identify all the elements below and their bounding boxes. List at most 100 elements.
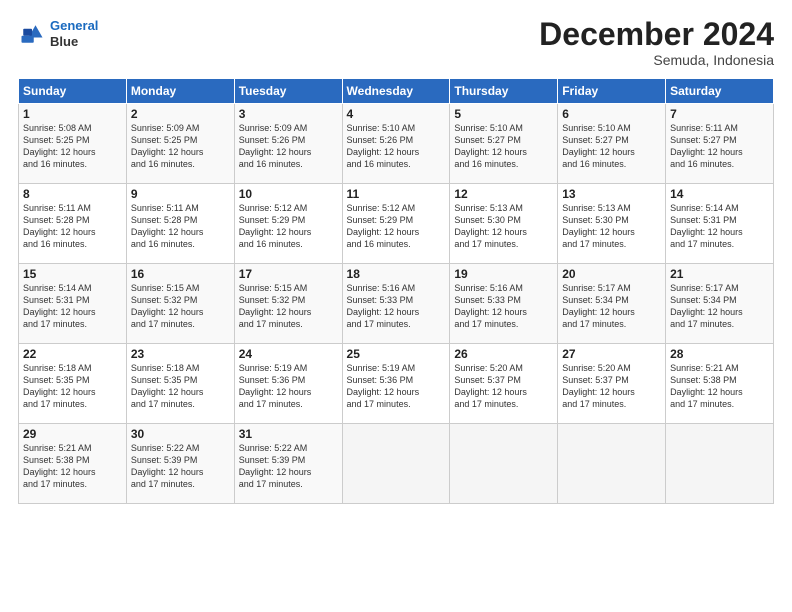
calendar-cell-18: 18Sunrise: 5:16 AM Sunset: 5:33 PM Dayli… xyxy=(342,264,450,344)
calendar-cell-3: 3Sunrise: 5:09 AM Sunset: 5:26 PM Daylig… xyxy=(234,104,342,184)
weekday-header-saturday: Saturday xyxy=(666,79,774,104)
day-number: 26 xyxy=(454,347,553,361)
weekday-header-monday: Monday xyxy=(126,79,234,104)
calendar-cell-24: 24Sunrise: 5:19 AM Sunset: 5:36 PM Dayli… xyxy=(234,344,342,424)
calendar-cell-9: 9Sunrise: 5:11 AM Sunset: 5:28 PM Daylig… xyxy=(126,184,234,264)
calendar-cell-20: 20Sunrise: 5:17 AM Sunset: 5:34 PM Dayli… xyxy=(558,264,666,344)
calendar-cell-15: 15Sunrise: 5:14 AM Sunset: 5:31 PM Dayli… xyxy=(19,264,127,344)
day-info: Sunrise: 5:10 AM Sunset: 5:26 PM Dayligh… xyxy=(347,122,446,171)
calendar-cell-8: 8Sunrise: 5:11 AM Sunset: 5:28 PM Daylig… xyxy=(19,184,127,264)
day-info: Sunrise: 5:12 AM Sunset: 5:29 PM Dayligh… xyxy=(239,202,338,251)
day-info: Sunrise: 5:19 AM Sunset: 5:36 PM Dayligh… xyxy=(239,362,338,411)
day-info: Sunrise: 5:21 AM Sunset: 5:38 PM Dayligh… xyxy=(23,442,122,491)
day-info: Sunrise: 5:19 AM Sunset: 5:36 PM Dayligh… xyxy=(347,362,446,411)
calendar-cell-6: 6Sunrise: 5:10 AM Sunset: 5:27 PM Daylig… xyxy=(558,104,666,184)
day-number: 25 xyxy=(347,347,446,361)
week-row-3: 15Sunrise: 5:14 AM Sunset: 5:31 PM Dayli… xyxy=(19,264,774,344)
logo-icon xyxy=(18,20,46,48)
day-number: 10 xyxy=(239,187,338,201)
calendar-cell-25: 25Sunrise: 5:19 AM Sunset: 5:36 PM Dayli… xyxy=(342,344,450,424)
day-info: Sunrise: 5:09 AM Sunset: 5:26 PM Dayligh… xyxy=(239,122,338,171)
day-number: 4 xyxy=(347,107,446,121)
day-number: 7 xyxy=(670,107,769,121)
logo: General Blue xyxy=(18,18,98,49)
logo-text: General Blue xyxy=(50,18,98,49)
day-number: 29 xyxy=(23,427,122,441)
week-row-5: 29Sunrise: 5:21 AM Sunset: 5:38 PM Dayli… xyxy=(19,424,774,504)
day-number: 8 xyxy=(23,187,122,201)
calendar: SundayMondayTuesdayWednesdayThursdayFrid… xyxy=(18,78,774,504)
calendar-cell-13: 13Sunrise: 5:13 AM Sunset: 5:30 PM Dayli… xyxy=(558,184,666,264)
day-info: Sunrise: 5:20 AM Sunset: 5:37 PM Dayligh… xyxy=(562,362,661,411)
calendar-cell-26: 26Sunrise: 5:20 AM Sunset: 5:37 PM Dayli… xyxy=(450,344,558,424)
weekday-header-sunday: Sunday xyxy=(19,79,127,104)
day-number: 24 xyxy=(239,347,338,361)
day-number: 22 xyxy=(23,347,122,361)
calendar-cell-12: 12Sunrise: 5:13 AM Sunset: 5:30 PM Dayli… xyxy=(450,184,558,264)
calendar-cell-11: 11Sunrise: 5:12 AM Sunset: 5:29 PM Dayli… xyxy=(342,184,450,264)
day-info: Sunrise: 5:15 AM Sunset: 5:32 PM Dayligh… xyxy=(131,282,230,331)
day-info: Sunrise: 5:10 AM Sunset: 5:27 PM Dayligh… xyxy=(454,122,553,171)
day-number: 30 xyxy=(131,427,230,441)
day-number: 23 xyxy=(131,347,230,361)
calendar-cell-29: 29Sunrise: 5:21 AM Sunset: 5:38 PM Dayli… xyxy=(19,424,127,504)
day-number: 16 xyxy=(131,267,230,281)
day-info: Sunrise: 5:13 AM Sunset: 5:30 PM Dayligh… xyxy=(562,202,661,251)
weekday-header-wednesday: Wednesday xyxy=(342,79,450,104)
day-info: Sunrise: 5:10 AM Sunset: 5:27 PM Dayligh… xyxy=(562,122,661,171)
day-info: Sunrise: 5:22 AM Sunset: 5:39 PM Dayligh… xyxy=(131,442,230,491)
calendar-cell-17: 17Sunrise: 5:15 AM Sunset: 5:32 PM Dayli… xyxy=(234,264,342,344)
weekday-header-row: SundayMondayTuesdayWednesdayThursdayFrid… xyxy=(19,79,774,104)
calendar-cell-22: 22Sunrise: 5:18 AM Sunset: 5:35 PM Dayli… xyxy=(19,344,127,424)
day-info: Sunrise: 5:21 AM Sunset: 5:38 PM Dayligh… xyxy=(670,362,769,411)
week-row-4: 22 Sunrise: 5:18 AM Sunset: 5:35 PM Dayli… xyxy=(19,344,774,424)
calendar-cell-empty xyxy=(666,424,774,504)
calendar-cell-21: 21Sunrise: 5:17 AM Sunset: 5:34 PM Dayli… xyxy=(666,264,774,344)
subtitle: Semuda, Indonesia xyxy=(539,52,774,68)
weekday-header-friday: Friday xyxy=(558,79,666,104)
calendar-cell-2: 2Sunrise: 5:09 AM Sunset: 5:25 PM Daylig… xyxy=(126,104,234,184)
day-number: 12 xyxy=(454,187,553,201)
day-number: 2 xyxy=(131,107,230,121)
calendar-cell-31: 31Sunrise: 5:22 AM Sunset: 5:39 PM Dayli… xyxy=(234,424,342,504)
calendar-cell-empty xyxy=(558,424,666,504)
day-number: 18 xyxy=(347,267,446,281)
day-info: Sunrise: 5:16 AM Sunset: 5:33 PM Dayligh… xyxy=(454,282,553,331)
day-number: 13 xyxy=(562,187,661,201)
calendar-cell-14: 14Sunrise: 5:14 AM Sunset: 5:31 PM Dayli… xyxy=(666,184,774,264)
day-number: 17 xyxy=(239,267,338,281)
day-info: Sunrise: 5:18 AM Sunset: 5:35 PM Dayligh… xyxy=(131,362,230,411)
day-number: 31 xyxy=(239,427,338,441)
day-info: Sunrise: 5:15 AM Sunset: 5:32 PM Dayligh… xyxy=(239,282,338,331)
week-row-1: 1Sunrise: 5:08 AM Sunset: 5:25 PM Daylig… xyxy=(19,104,774,184)
weekday-header-tuesday: Tuesday xyxy=(234,79,342,104)
calendar-cell-empty xyxy=(450,424,558,504)
day-info: Sunrise: 5:09 AM Sunset: 5:25 PM Dayligh… xyxy=(131,122,230,171)
calendar-cell-10: 10Sunrise: 5:12 AM Sunset: 5:29 PM Dayli… xyxy=(234,184,342,264)
calendar-cell-empty xyxy=(342,424,450,504)
day-info: Sunrise: 5:11 AM Sunset: 5:27 PM Dayligh… xyxy=(670,122,769,171)
day-info: Sunrise: 5:16 AM Sunset: 5:33 PM Dayligh… xyxy=(347,282,446,331)
day-number: 19 xyxy=(454,267,553,281)
week-row-2: 8Sunrise: 5:11 AM Sunset: 5:28 PM Daylig… xyxy=(19,184,774,264)
calendar-cell-4: 4Sunrise: 5:10 AM Sunset: 5:26 PM Daylig… xyxy=(342,104,450,184)
calendar-cell-27: 27Sunrise: 5:20 AM Sunset: 5:37 PM Dayli… xyxy=(558,344,666,424)
calendar-cell-23: 23Sunrise: 5:18 AM Sunset: 5:35 PM Dayli… xyxy=(126,344,234,424)
calendar-cell-19: 19Sunrise: 5:16 AM Sunset: 5:33 PM Dayli… xyxy=(450,264,558,344)
day-info: Sunrise: 5:08 AM Sunset: 5:25 PM Dayligh… xyxy=(23,122,122,171)
header: General Blue December 2024 Semuda, Indon… xyxy=(18,18,774,68)
calendar-cell-16: 16Sunrise: 5:15 AM Sunset: 5:32 PM Dayli… xyxy=(126,264,234,344)
day-number: 6 xyxy=(562,107,661,121)
day-info: Sunrise: 5:11 AM Sunset: 5:28 PM Dayligh… xyxy=(23,202,122,251)
day-info: Sunrise: 5:17 AM Sunset: 5:34 PM Dayligh… xyxy=(562,282,661,331)
title-block: December 2024 Semuda, Indonesia xyxy=(539,18,774,68)
month-title: December 2024 xyxy=(539,18,774,50)
day-number: 21 xyxy=(670,267,769,281)
day-number: 1 xyxy=(23,107,122,121)
day-info: Sunrise: 5:20 AM Sunset: 5:37 PM Dayligh… xyxy=(454,362,553,411)
day-info: Sunrise: 5:14 AM Sunset: 5:31 PM Dayligh… xyxy=(670,202,769,251)
day-info: Sunrise: 5:14 AM Sunset: 5:31 PM Dayligh… xyxy=(23,282,122,331)
day-info: Sunrise: 5:12 AM Sunset: 5:29 PM Dayligh… xyxy=(347,202,446,251)
day-number: 27 xyxy=(562,347,661,361)
weekday-header-thursday: Thursday xyxy=(450,79,558,104)
